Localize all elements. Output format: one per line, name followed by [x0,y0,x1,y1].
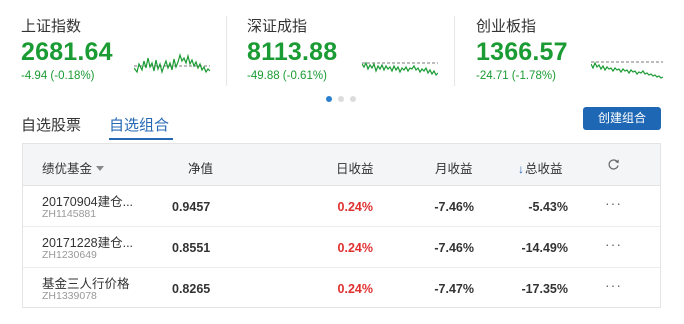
portfolio-table: 绩优基金 净值 日收益 月收益 ↓总收益 20170904建仓... ZH114… [22,143,661,308]
create-portfolio-button[interactable]: 创建组合 [583,107,661,130]
column-header-total[interactable]: ↓总收益 [518,158,563,177]
table-header: 绩优基金 净值 日收益 月收益 ↓总收益 [23,144,660,186]
card-divider [226,16,227,86]
nav-value: 0.8551 [172,241,211,255]
pager-dot[interactable] [338,96,344,102]
column-header-fund-label: 绩优基金 [42,162,93,176]
card-divider [454,16,455,86]
index-card-chinext[interactable]: 创业板指 1366.57 -24.71 (-1.78%) [476,0,684,92]
daily-return: 0.24% [337,241,373,255]
tab-watch-portfolios[interactable]: 自选组合 [109,114,169,135]
active-tab-underline [109,138,173,140]
index-name: 深证成指 [247,18,308,35]
index-value: 2681.64 [21,38,113,66]
more-options-icon[interactable]: ··· [605,236,622,252]
monthly-return: -7.46% [434,200,474,214]
caret-down-icon [96,166,105,171]
monthly-return: -7.47% [434,282,474,296]
column-header-monthly[interactable]: 月收益 [435,158,473,177]
more-options-icon[interactable]: ··· [605,277,622,293]
refresh-icon[interactable] [607,158,620,171]
column-header-total-label: 总收益 [525,162,563,176]
column-header-fund[interactable]: 绩优基金 [42,158,105,177]
index-change: -24.71 (-1.78%) [476,70,556,82]
index-strip: 上证指数 2681.64 -4.94 (-0.18%) 深证成指 8113.88… [0,0,684,92]
total-return: -5.43% [528,200,568,214]
total-return: -17.35% [521,282,568,296]
monthly-return: -7.46% [434,241,474,255]
index-name: 上证指数 [21,18,82,35]
fund-code: ZH1145881 [42,208,97,220]
daily-return: 0.24% [337,200,373,214]
sparkline-chart [134,52,210,75]
index-card-shanghai[interactable]: 上证指数 2681.64 -4.94 (-0.18%) [21,0,221,92]
table-row[interactable]: 20170904建仓... ZH1145881 0.9457 0.24% -7.… [23,186,660,227]
daily-return: 0.24% [337,282,373,296]
index-card-shenzhen[interactable]: 深证成指 8113.88 -49.88 (-0.61%) [247,0,447,92]
pager-dot[interactable] [326,96,332,102]
table-row[interactable]: 基金三人行价格 ZH1339078 0.8265 0.24% -7.47% -1… [23,268,660,309]
pager-dot[interactable] [350,96,356,102]
nav-value: 0.9457 [172,200,211,214]
index-change: -4.94 (-0.18%) [21,70,95,82]
fund-code: ZH1339078 [42,290,97,302]
table-row[interactable]: 20171228建仓... ZH1230649 0.8551 0.24% -7.… [23,227,660,268]
index-value: 8113.88 [247,38,338,66]
index-change: -49.88 (-0.61%) [247,70,327,82]
fund-code: ZH1230649 [42,249,97,261]
sparkline-chart [362,61,438,77]
total-return: -14.49% [521,241,568,255]
sort-down-arrow-icon: ↓ [518,162,524,176]
index-value: 1366.57 [476,38,568,66]
index-name: 创业板指 [476,18,537,35]
more-options-icon[interactable]: ··· [605,195,622,211]
column-header-nav: 净值 [188,162,214,176]
tab-watch-stocks[interactable]: 自选股票 [21,114,81,135]
column-header-daily[interactable]: 日收益 [336,158,374,177]
nav-value: 0.8265 [172,282,211,296]
sparkline-chart [591,61,663,79]
